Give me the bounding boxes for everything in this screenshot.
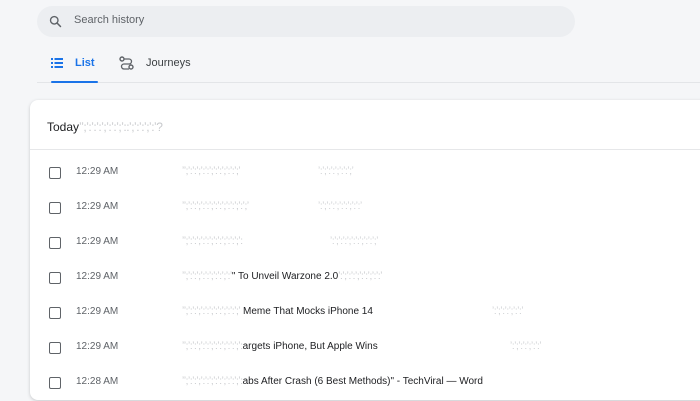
search-icon (48, 14, 63, 29)
page-title-text: " To Unveil Warzone 2.0 (231, 271, 339, 282)
tab-bar: List Journeys (37, 44, 700, 83)
row-checkbox[interactable] (49, 272, 61, 284)
history-row[interactable]: 12:29 AM ʼʼ;ʼ:ʼ:ʼ;ʼ:ʼ:ʼ;ʼ:ʼ:ʼ;ʼ:ʼ:ʼ;ʼ: ʼ… (30, 226, 700, 261)
page-title[interactable]: ʼʼ;ʼ:ʼ:ʼ;ʼ:ʼ:ʼ;ʼ:ʼ:ʼ;ʼ:ʼ:ʼ;ʼ Meme That M… (182, 306, 373, 317)
search-input[interactable]: Search history (74, 14, 144, 26)
site-domain-obscured: ʼ:ʼ;ʼ:ʼ:ʼ;ʼ:ʼ:ʼ (492, 306, 524, 317)
site-domain-obscured: ʼ:ʼ;ʼ:ʼ:ʼ;ʼ:ʼ:ʼ;ʼ:ʼ:ʼ (318, 201, 362, 212)
tab-journeys-label: Journeys (146, 57, 191, 69)
row-checkbox[interactable] (49, 202, 61, 214)
history-row[interactable]: 12:29 AM ʼʼ;ʼ:ʼ:ʼ;ʼ:ʼ:ʼ;ʼ:ʼ:ʼ;ʼ:ʼ:ʼ;ʼ Me… (30, 296, 700, 331)
site-domain-obscured: ʼ:ʼ;ʼ:ʼ:ʼ;ʼ:ʼ:ʼ;ʼ:ʼ:ʼ;ʼ (330, 236, 379, 247)
history-row[interactable]: 12:28 AM ʼʼ;ʼ:ʼ:ʼ;ʼ:ʼ:ʼ;ʼ:ʼ:ʼ;ʼ:ʼ:ʼ;ʼ:ab… (30, 366, 700, 401)
history-card: Todayʼʼ;ʼ:ʼ:ʼ:ʼ;ʼ:ʼ:ʼ;ʼ::ʼ;ʼ:ʼ:ʼ;ʼ:ʼ? 12… (30, 100, 700, 400)
visit-time: 12:29 AM (76, 271, 119, 282)
history-row[interactable]: 12:29 AM ʼʼ;ʼ:ʼ:ʼ;ʼ:ʼ:ʼ;ʼ:ʼ:ʼ;ʼ:ʼ:ʼ;ʼ:ʼ;… (30, 191, 700, 226)
date-heading-obscured: ʼʼ;ʼ:ʼ:ʼ:ʼ;ʼ:ʼ:ʼ;ʼ::ʼ;ʼ:ʼ:ʼ;ʼ:ʼ? (79, 120, 163, 134)
page-title-obscured[interactable]: ʼʼ;ʼ:ʼ:ʼ;ʼ:ʼ:ʼ;ʼ:ʼ:ʼ;ʼ:ʼ:ʼ;ʼ (182, 166, 241, 177)
history-row[interactable]: 12:29 AM ʼʼ;ʼ:ʼ:ʼ;ʼ:ʼ:ʼ;ʼ:ʼ:ʼ;ʼ:ʼ:ʼ;ʼ:ar… (30, 331, 700, 366)
tab-list-label: List (75, 57, 95, 69)
page-title-text: Meme That Mocks iPhone 14 (243, 306, 373, 317)
site-domain-obscured: ʼ:ʼ;ʼ:ʼ:ʼ;ʼ:ʼ:ʼ;ʼ (318, 166, 354, 177)
page-title[interactable]: ʼʼ;ʼ:ʼ:ʼ;ʼ:ʼ:ʼ;ʼ:ʼ:ʼ;ʼ:ʼ:ʼ;ʼ:abs After C… (182, 376, 483, 387)
site-domain-obscured: ʼ:ʼ;ʼ:ʼ:ʼ;ʼ:ʼ:ʼ (510, 341, 542, 352)
row-checkbox[interactable] (49, 237, 61, 249)
page-title-text: argets iPhone, But Apple Wins (242, 341, 378, 352)
date-heading-prefix: Today (47, 120, 80, 134)
page-title-text: abs After Crash (6 Best Methods)" - Tech… (242, 376, 483, 387)
page-title-obscured[interactable]: ʼʼ;ʼ:ʼ:ʼ;ʼ:ʼ:ʼ;ʼ:ʼ:ʼ;ʼ:ʼ:ʼ;ʼ: (182, 236, 243, 247)
page-title[interactable]: ʼʼ;ʼ:ʼ:ʼ;ʼ:ʼ:ʼ;ʼ:ʼ:ʼ;ʼ:ʼ:ʼ;ʼ:argets iPho… (182, 341, 378, 352)
history-row[interactable]: 12:29 AM ʼʼ;ʼ:ʼ:ʼ;ʼ:ʼ:ʼ;ʼ:ʼ:ʼ;ʼ:ʼ:ʼ;ʼ ʼ:… (30, 156, 700, 191)
visit-time: 12:29 AM (76, 341, 119, 352)
journeys-icon (119, 56, 134, 70)
visit-time: 12:29 AM (76, 306, 119, 317)
row-checkbox[interactable] (49, 342, 61, 354)
visit-time: 12:28 AM (76, 376, 119, 387)
list-icon (51, 58, 63, 68)
visit-time: 12:29 AM (76, 201, 119, 212)
tab-journeys[interactable]: Journeys (119, 44, 191, 82)
card-divider (30, 149, 700, 150)
search-bar[interactable]: Search history (37, 6, 575, 37)
visit-time: 12:29 AM (76, 166, 119, 177)
date-heading: Todayʼʼ;ʼ:ʼ:ʼ:ʼ;ʼ:ʼ:ʼ;ʼ::ʼ;ʼ:ʼ:ʼ;ʼ:ʼ? (47, 120, 163, 134)
visit-time: 12:29 AM (76, 236, 119, 247)
page-title[interactable]: ʼʼ;ʼ:ʼ:ʼ;ʼ:ʼ:ʼ;ʼ:ʼ:ʼ;ʼ:ʼ" To Unveil Warz… (182, 271, 382, 282)
history-row[interactable]: 12:29 AM ʼʼ;ʼ:ʼ:ʼ;ʼ:ʼ:ʼ;ʼ:ʼ:ʼ;ʼ:ʼ" To Un… (30, 261, 700, 296)
row-checkbox[interactable] (49, 377, 61, 389)
row-checkbox[interactable] (49, 307, 61, 319)
tab-list[interactable]: List (51, 44, 98, 83)
page-title-obscured[interactable]: ʼʼ;ʼ:ʼ:ʼ;ʼ:ʼ:ʼ;ʼ:ʼ:ʼ;ʼ:ʼ:ʼ;ʼ:ʼ;ʼ (182, 201, 249, 212)
row-checkbox[interactable] (49, 167, 61, 179)
